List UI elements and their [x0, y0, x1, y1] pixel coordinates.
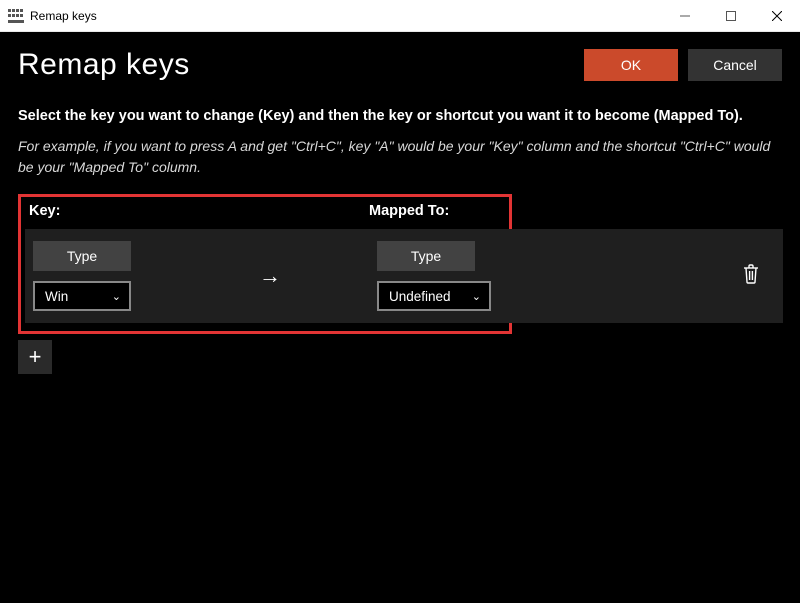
chevron-down-icon: ⌄ [472, 290, 481, 303]
highlight-box: Key: Mapped To: Type Win ⌄ → Type Undefi… [18, 194, 512, 334]
cancel-button[interactable]: Cancel [688, 49, 782, 81]
dialog-buttons: OK Cancel [584, 49, 782, 81]
minimize-button[interactable] [662, 0, 708, 32]
mapped-column-header: Mapped To: [369, 203, 449, 219]
content-area: Remap keys OK Cancel Select the key you … [0, 32, 800, 390]
ok-button[interactable]: OK [584, 49, 678, 81]
close-button[interactable] [754, 0, 800, 32]
key-column-header: Key: [29, 203, 369, 219]
maximize-button[interactable] [708, 0, 754, 32]
mapped-dropdown[interactable]: Undefined ⌄ [377, 281, 491, 311]
mapped-dropdown-value: Undefined [389, 289, 451, 304]
arrow-cell: → [219, 263, 369, 289]
key-type-button[interactable]: Type [33, 241, 131, 271]
key-column: Type Win ⌄ [25, 241, 219, 311]
column-headers: Key: Mapped To: [29, 203, 505, 219]
mapped-type-button[interactable]: Type [377, 241, 475, 271]
delete-row-button[interactable] [741, 263, 761, 290]
arrow-right-icon: → [259, 263, 281, 289]
add-row-button[interactable]: + [18, 340, 52, 374]
window-title: Remap keys [30, 9, 662, 23]
window-titlebar: Remap keys [0, 0, 800, 32]
row-actions [505, 229, 783, 323]
key-dropdown-value: Win [45, 289, 68, 304]
chevron-down-icon: ⌄ [112, 290, 121, 303]
mapping-row: Type Win ⌄ → Type Undefined ⌄ [25, 229, 505, 323]
page-title: Remap keys [18, 48, 190, 82]
key-dropdown[interactable]: Win ⌄ [33, 281, 131, 311]
keyboard-app-icon [8, 9, 24, 23]
header-row: Remap keys OK Cancel [18, 48, 782, 82]
example-text: For example, if you want to press A and … [18, 136, 782, 178]
mapped-column: Type Undefined ⌄ [369, 241, 491, 311]
instruction-text: Select the key you want to change (Key) … [18, 106, 782, 126]
